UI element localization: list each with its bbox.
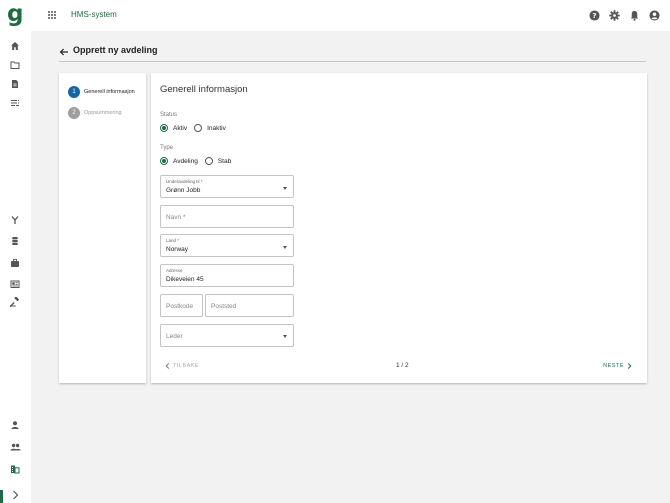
- back-button[interactable]: TILBAKE: [165, 363, 199, 369]
- step-number: 2: [68, 107, 80, 119]
- radio-label: Aktiv: [173, 124, 188, 132]
- radio-label: Stab: [217, 157, 232, 165]
- account-icon[interactable]: [648, 9, 660, 21]
- form-footer: TILBAKE 1 / 2 NESTE: [160, 362, 638, 372]
- next-button[interactable]: NESTE: [603, 363, 632, 369]
- group-icon[interactable]: [8, 440, 22, 454]
- field-label: Land *: [166, 238, 180, 243]
- status-label: Status: [160, 112, 178, 118]
- chevron-right-icon[interactable]: [8, 488, 22, 502]
- top-icons: ?: [588, 9, 660, 21]
- navn-input[interactable]: Navn *: [160, 205, 294, 228]
- status-radio-group: Aktiv Inaktiv: [160, 124, 233, 132]
- field-placeholder: Postkode: [166, 303, 194, 310]
- radio-checked-icon[interactable]: [160, 124, 168, 132]
- newspaper-icon[interactable]: [8, 277, 22, 291]
- form-title: Generell informasjon: [160, 84, 248, 95]
- type-option-stab[interactable]: Stab: [204, 157, 232, 165]
- leder-select[interactable]: Leder: [160, 324, 294, 347]
- list-icon[interactable]: [8, 96, 22, 110]
- step-summary[interactable]: 2 Oppsummering: [68, 107, 122, 119]
- back-arrow-icon[interactable]: [59, 44, 69, 56]
- status-option-aktiv[interactable]: Aktiv: [160, 124, 187, 132]
- step-label: Generell informasjon: [84, 89, 135, 95]
- chevron-right-icon: [627, 363, 632, 369]
- folder-icon[interactable]: [8, 58, 22, 72]
- postkode-input[interactable]: Postkode: [160, 294, 203, 317]
- radio-label: Inaktiv: [207, 124, 226, 132]
- step-label: Oppsummering: [84, 110, 122, 116]
- field-placeholder: Navn *: [166, 214, 186, 221]
- chevron-down-icon[interactable]: [283, 187, 287, 190]
- gear-icon[interactable]: [608, 9, 620, 21]
- bell-icon[interactable]: [628, 9, 640, 21]
- step-general-info[interactable]: 1 Generell informasjon: [68, 86, 135, 98]
- fork-icon[interactable]: [8, 213, 22, 227]
- page-header: Opprett ny avdeling: [59, 42, 646, 62]
- radio-unchecked-icon[interactable]: [204, 157, 213, 165]
- document-icon[interactable]: [8, 77, 22, 91]
- chevron-down-icon[interactable]: [283, 335, 287, 338]
- radio-checked-icon[interactable]: [160, 157, 168, 165]
- page-indicator: 1 / 2: [396, 362, 409, 369]
- app-title[interactable]: HMS-system: [71, 10, 117, 19]
- sidebar: [0, 31, 31, 503]
- type-label: Type: [160, 145, 174, 151]
- apps-grid-icon[interactable]: [48, 11, 56, 19]
- page-title: Opprett ny avdeling: [73, 45, 158, 55]
- poststed-input[interactable]: Poststed: [205, 294, 294, 317]
- land-select[interactable]: Land * Norway: [160, 234, 294, 257]
- chevron-down-icon[interactable]: [283, 246, 287, 249]
- help-icon[interactable]: ?: [588, 9, 600, 21]
- hammer-icon[interactable]: [8, 295, 22, 309]
- field-label: Underavdeling til *: [166, 179, 203, 184]
- field-value: Grønn Jobb: [166, 187, 201, 194]
- stepper-card: 1 Generell informasjon 2 Oppsummering: [59, 73, 146, 383]
- adresse-input[interactable]: Adresse Dikeveien 45: [160, 264, 294, 287]
- sidebar-active-indicator: [0, 490, 3, 503]
- next-button-label: NESTE: [603, 363, 624, 369]
- svg-text:?: ?: [592, 10, 596, 19]
- radio-unchecked-icon[interactable]: [194, 124, 203, 132]
- step-number: 1: [68, 86, 80, 98]
- app-logo[interactable]: g: [7, 3, 25, 27]
- chevron-left-icon: [165, 363, 170, 369]
- form-card: Generell informasjon Status Aktiv Inakti…: [151, 73, 647, 383]
- department-icon[interactable]: [8, 462, 22, 476]
- database-icon[interactable]: [8, 234, 22, 248]
- briefcase-icon[interactable]: [8, 256, 22, 270]
- type-radio-group: Avdeling Stab: [160, 157, 238, 165]
- field-placeholder: Leder: [166, 333, 183, 340]
- radio-label: Avdeling: [173, 157, 198, 165]
- top-bar: g HMS-system ?: [0, 0, 670, 31]
- field-label: Adresse: [166, 268, 183, 273]
- back-button-label: TILBAKE: [173, 363, 200, 369]
- field-placeholder: Poststed: [211, 303, 237, 310]
- underavdeling-select[interactable]: Underavdeling til * Grønn Jobb: [160, 175, 294, 198]
- person-icon[interactable]: [8, 418, 22, 432]
- type-option-avdeling[interactable]: Avdeling: [160, 157, 198, 165]
- status-option-inaktiv[interactable]: Inaktiv: [194, 124, 226, 132]
- field-value: Dikeveien 45: [166, 276, 204, 283]
- home-icon[interactable]: [8, 39, 22, 53]
- field-value: Norway: [166, 246, 189, 253]
